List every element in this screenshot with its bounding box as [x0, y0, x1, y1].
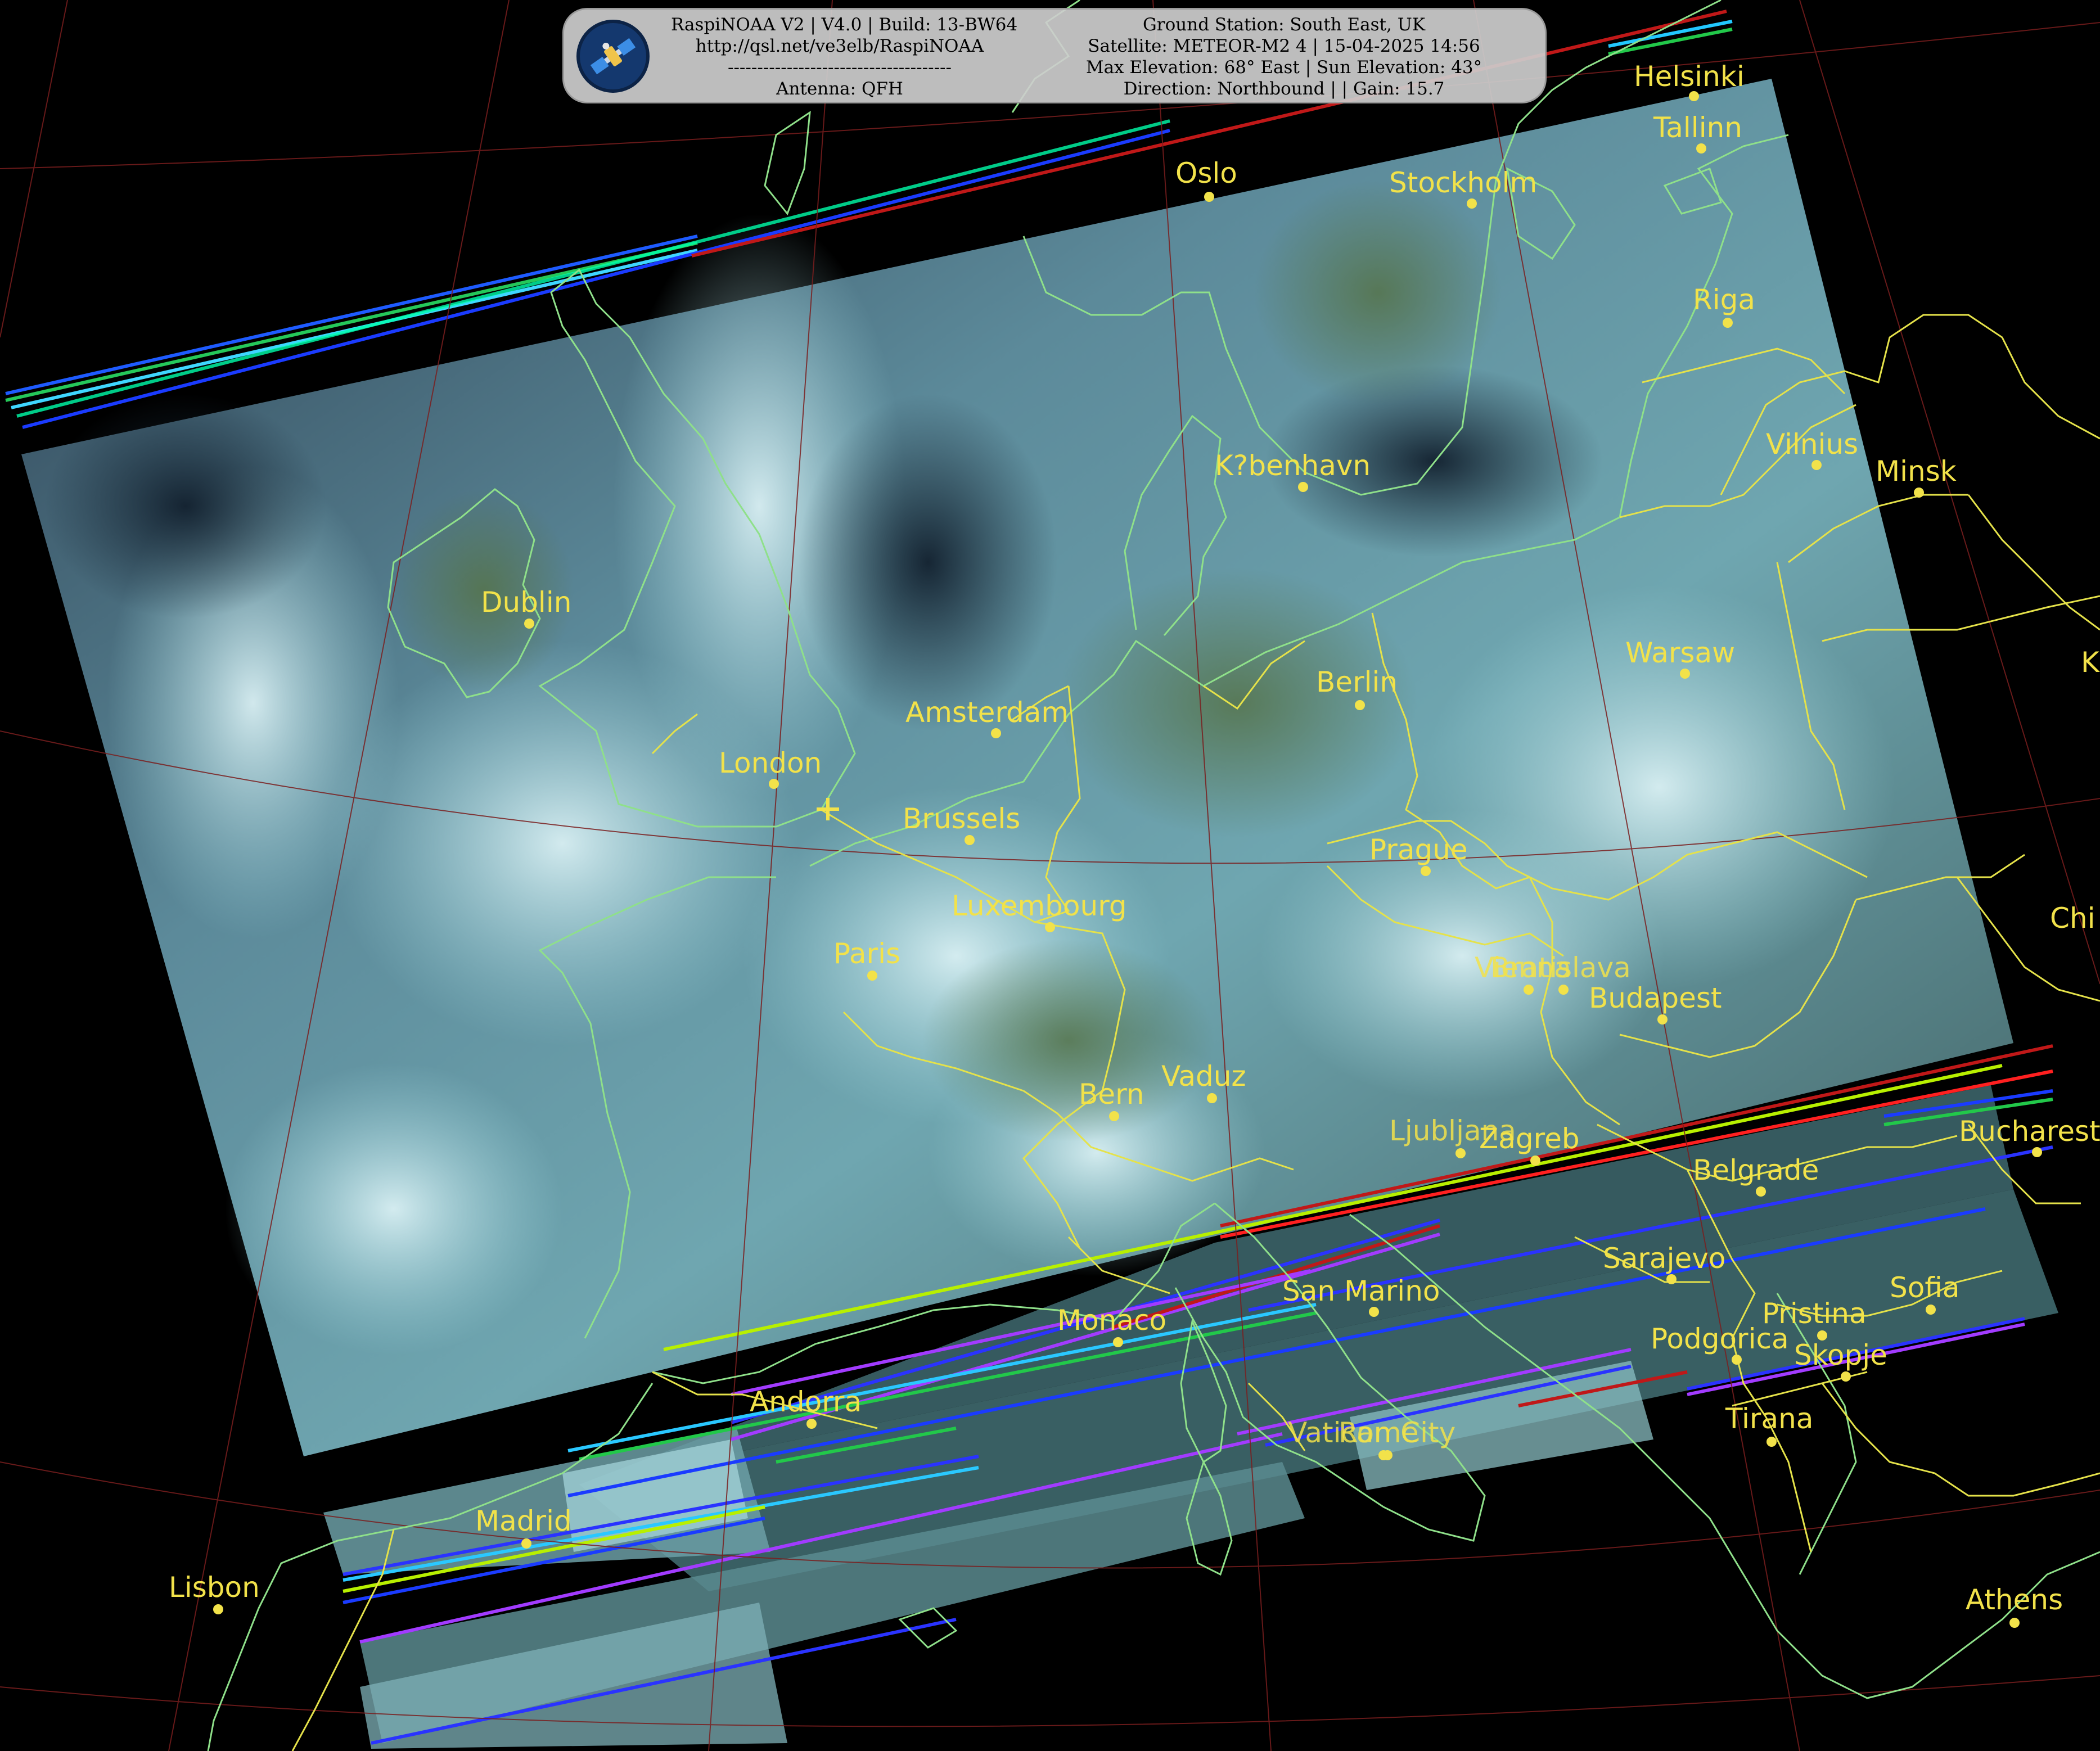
- svg-text:Chi: Chi: [2050, 902, 2096, 935]
- pass-info-right: Ground Station: South East, UK Satellite…: [1053, 14, 1515, 100]
- svg-text:Bratislava: Bratislava: [1490, 951, 1631, 984]
- svg-text:Luxembourg: Luxembourg: [952, 890, 1127, 922]
- elevation-text: Max Elevation: 68° East | Sun Elevation:…: [1085, 57, 1482, 78]
- svg-text:Podgorica: Podgorica: [1651, 1323, 1789, 1355]
- svg-text:Amsterdam: Amsterdam: [905, 696, 1069, 729]
- svg-text:Minsk: Minsk: [1876, 455, 1957, 488]
- svg-text:Tallinn: Tallinn: [1653, 111, 1742, 144]
- project-url-text: http://qsl.net/ve3elb/RaspiNOAA: [695, 36, 984, 56]
- software-version-text: RaspiNOAA V2 | V4.0 | Build: 13-BW64: [671, 15, 1018, 35]
- svg-text:Lisbon: Lisbon: [169, 1571, 260, 1604]
- pass-info-panel: RaspiNOAA V2 | V4.0 | Build: 13-BW64 htt…: [562, 8, 1547, 103]
- svg-text:Dublin: Dublin: [481, 586, 571, 619]
- svg-text:Athens: Athens: [1966, 1583, 2063, 1616]
- svg-text:K?benhavn: K?benhavn: [1215, 449, 1371, 482]
- svg-text:Stockholm: Stockholm: [1389, 166, 1537, 199]
- city-k-partial: K: [2081, 646, 2100, 679]
- svg-text:Warsaw: Warsaw: [1625, 637, 1735, 669]
- antenna-text: Antenna: QFH: [776, 79, 903, 99]
- svg-text:Brussels: Brussels: [903, 802, 1020, 835]
- svg-text:Prague: Prague: [1369, 833, 1468, 866]
- svg-text:Zagreb: Zagreb: [1479, 1122, 1580, 1155]
- ground-station-text: Ground Station: South East, UK: [1143, 15, 1425, 35]
- svg-text:Monaco: Monaco: [1057, 1304, 1166, 1337]
- svg-text:Madrid: Madrid: [475, 1505, 572, 1537]
- satellite-map: Helsinki Tallinn Oslo Stockholm Riga Vil…: [0, 0, 2100, 1751]
- svg-text:Sarajevo: Sarajevo: [1603, 1242, 1725, 1275]
- svg-text:Skopje: Skopje: [1794, 1339, 1887, 1371]
- svg-text:Bucharest: Bucharest: [1959, 1115, 2100, 1148]
- svg-text:Andorra: Andorra: [750, 1386, 862, 1418]
- svg-text:Vaduz: Vaduz: [1161, 1060, 1246, 1093]
- direction-gain-text: Direction: Northbound | | Gain: 15.7: [1123, 79, 1445, 99]
- city-chi-partial: Chi: [2050, 902, 2096, 935]
- svg-text:Helsinki: Helsinki: [1634, 60, 1745, 93]
- svg-text:Rome: Rome: [1339, 1416, 1419, 1449]
- satellite-text: Satellite: METEOR-M2 4 | 15-04-2025 14:5…: [1088, 36, 1480, 56]
- svg-text:London: London: [719, 747, 822, 779]
- svg-text:Bern: Bern: [1079, 1078, 1144, 1111]
- satellite-logo-icon: [576, 20, 650, 93]
- svg-text:Vilnius: Vilnius: [1766, 428, 1858, 461]
- svg-text:San Marino: San Marino: [1282, 1275, 1440, 1307]
- svg-text:Sofia: Sofia: [1890, 1271, 1959, 1304]
- svg-text:Belgrade: Belgrade: [1693, 1154, 1819, 1186]
- svg-text:Riga: Riga: [1693, 283, 1755, 316]
- svg-text:Tirana: Tirana: [1725, 1402, 1813, 1435]
- svg-text:Oslo: Oslo: [1175, 157, 1237, 189]
- svg-text:Berlin: Berlin: [1316, 666, 1398, 698]
- separator-text: --------------------------------------: [727, 57, 952, 78]
- svg-text:Budapest: Budapest: [1589, 982, 1722, 1014]
- station-info-left: RaspiNOAA V2 | V4.0 | Build: 13-BW64 htt…: [671, 14, 1018, 100]
- svg-text:K: K: [2081, 646, 2100, 679]
- svg-text:Paris: Paris: [833, 937, 900, 970]
